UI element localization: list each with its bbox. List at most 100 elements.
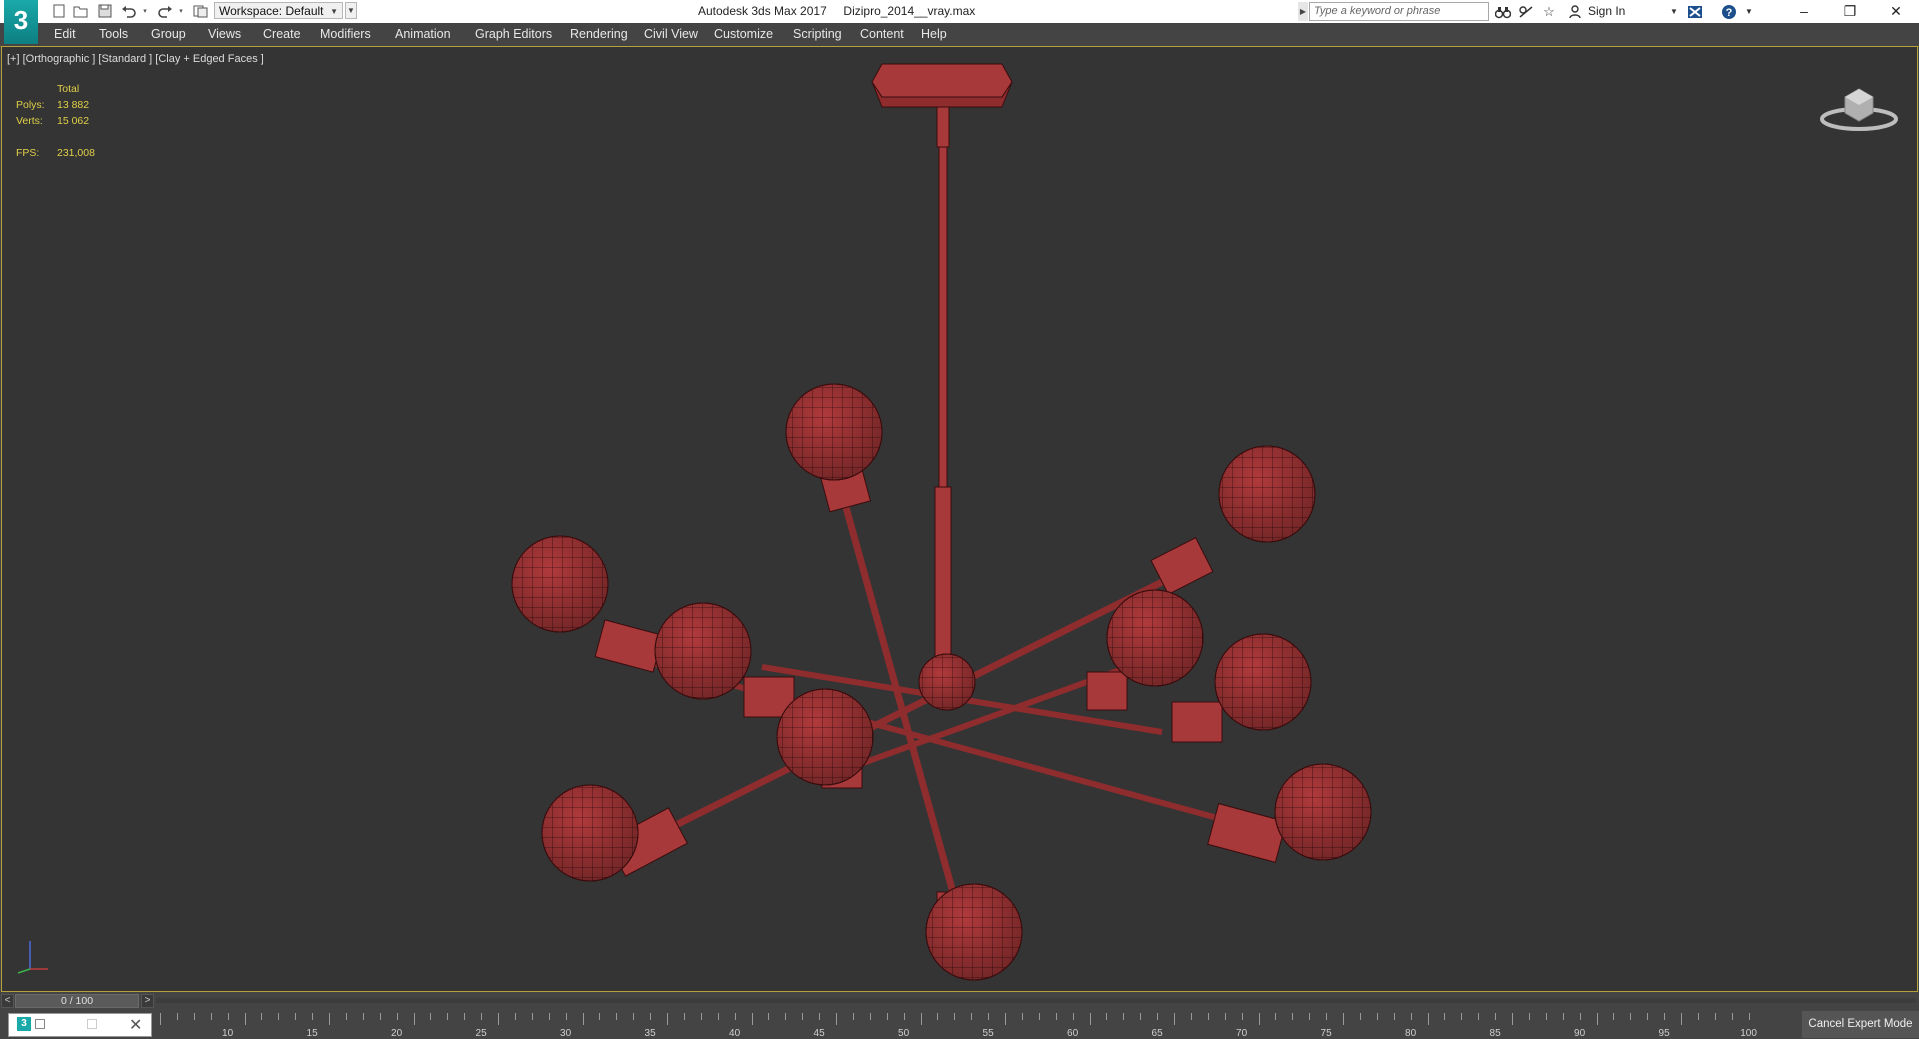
menu-graph-editors[interactable]: Graph Editors (475, 27, 552, 41)
ruler-tick (396, 1013, 398, 1020)
ruler-tick (1478, 1013, 1480, 1020)
time-slider[interactable]: < 0 / 100 > (0, 992, 1919, 1010)
menu-animation[interactable]: Animation (395, 27, 451, 41)
max-logo-icon: 3 (17, 1017, 31, 1031)
redo-icon[interactable] (156, 3, 174, 19)
ruler-label: 65 (1151, 1028, 1163, 1039)
ruler-label: 50 (898, 1028, 910, 1039)
menu-views[interactable]: Views (208, 27, 241, 41)
time-slider-prev-button[interactable]: < (1, 994, 14, 1008)
time-slider-track[interactable] (156, 998, 1916, 1003)
ruler-tick (295, 1013, 297, 1020)
help-icon[interactable]: ? (1720, 3, 1738, 20)
time-slider-thumb[interactable]: 0 / 100 (15, 994, 139, 1008)
ruler-tick (1647, 1013, 1649, 1020)
chevron-down-icon: ▼ (330, 7, 338, 16)
chandelier-model[interactable] (2, 47, 1917, 991)
ruler-tick (1748, 1013, 1750, 1020)
axis-tripod-icon (17, 941, 48, 974)
menu-edit[interactable]: Edit (54, 27, 76, 41)
menu-civil-view[interactable]: Civil View (644, 27, 698, 41)
bottom-bar: 3 ✕ 10 15 20 25 30 35 40 45 50 55 60 65 70 75 80 85 90 95… (0, 1010, 1919, 1039)
search-input[interactable]: Type a keyword or phrase (1309, 2, 1489, 21)
window-title: Autodesk 3ds Max 2017 Dizipro_2014__vray… (698, 4, 976, 18)
ruler-tick (1630, 1013, 1632, 1020)
ruler-tick (1326, 1013, 1328, 1020)
menu-group[interactable]: Group (151, 27, 186, 41)
ruler-tick (1021, 1013, 1023, 1020)
menu-customize[interactable]: Customize (714, 27, 773, 41)
toolbar-overflow-icon[interactable]: ▼ (345, 2, 357, 19)
ruler-tick (582, 1013, 584, 1025)
cancel-expert-mode-button[interactable]: Cancel Expert Mode (1802, 1011, 1919, 1038)
undo-icon[interactable] (120, 3, 138, 19)
menu-rendering[interactable]: Rendering (570, 27, 628, 41)
ruler-tick (1072, 1013, 1074, 1020)
ruler-label: 70 (1236, 1028, 1248, 1039)
sign-in-dropdown-icon[interactable]: ▼ (1665, 3, 1683, 20)
favorites-star-icon[interactable]: ☆ (1540, 3, 1558, 20)
ruler-tick (481, 1013, 483, 1020)
ruler-tick (988, 1013, 990, 1020)
ruler-label: 85 (1489, 1028, 1501, 1039)
save-icon[interactable] (96, 3, 114, 19)
window-icon[interactable] (35, 1019, 45, 1029)
listener-input[interactable] (87, 1019, 97, 1029)
ruler-tick (278, 1013, 280, 1020)
ruler-label: 25 (475, 1028, 487, 1039)
ruler-tick (734, 1013, 736, 1020)
open-file-icon[interactable] (72, 3, 90, 19)
menu-bar: Edit Tools Group Views Create Modifiers … (0, 23, 1919, 47)
menu-scripting[interactable]: Scripting (793, 27, 842, 41)
sign-in-button[interactable]: Sign In (1588, 4, 1625, 18)
redo-dropdown-icon[interactable]: ▾ (176, 3, 186, 19)
autodesk-exchange-icon[interactable] (1686, 3, 1704, 20)
user-icon (1566, 3, 1584, 20)
app-logo[interactable]: 3 (4, 0, 38, 44)
ruler-tick (1241, 1013, 1243, 1020)
menu-content[interactable]: Content (860, 27, 904, 41)
track-bar-ruler[interactable]: 10 15 20 25 30 35 40 45 50 55 60 65 70 75 80 85 90 95 100 (156, 1013, 1757, 1039)
ruler-tick (1444, 1013, 1446, 1020)
menu-create[interactable]: Create (263, 27, 301, 41)
time-slider-next-button[interactable]: > (141, 994, 154, 1008)
workspace-dropdown[interactable]: Workspace: Default ▼ (214, 2, 343, 19)
ruler-tick (1410, 1013, 1412, 1020)
perspective-viewport[interactable]: [+] [Orthographic ] [Standard ] [Clay + … (1, 46, 1918, 992)
ruler-label: 15 (306, 1028, 318, 1039)
ruler-label: 95 (1658, 1028, 1670, 1039)
ruler-tick (1562, 1013, 1564, 1020)
ruler-tick (1038, 1013, 1040, 1020)
binoculars-icon[interactable] (1494, 3, 1512, 20)
ruler-tick (1140, 1013, 1142, 1020)
menu-help[interactable]: Help (921, 27, 947, 41)
ruler-tick (1393, 1013, 1395, 1020)
project-folder-icon[interactable] (192, 3, 210, 19)
undo-dropdown-icon[interactable]: ▾ (140, 3, 150, 19)
ruler-tick (1089, 1013, 1091, 1025)
maxscript-mini-listener[interactable]: 3 ✕ (8, 1013, 152, 1037)
close-button[interactable]: ✕ (1873, 0, 1919, 23)
ruler-label: 35 (644, 1028, 656, 1039)
ruler-tick (548, 1013, 550, 1020)
menu-modifiers[interactable]: Modifiers (320, 27, 371, 41)
ruler-tick (667, 1013, 668, 1025)
ruler-tick (869, 1013, 871, 1020)
menu-tools[interactable]: Tools (99, 27, 128, 41)
ruler-tick (1190, 1013, 1192, 1020)
minimize-button[interactable]: – (1781, 0, 1827, 23)
ruler-label: 80 (1405, 1028, 1417, 1039)
ruler-label: 55 (982, 1028, 994, 1039)
ruler-tick (971, 1013, 973, 1020)
svg-text:?: ? (1726, 7, 1733, 19)
ruler-tick (1731, 1013, 1733, 1020)
restore-button[interactable]: ❐ (1827, 0, 1873, 23)
communication-center-icon[interactable] (1517, 3, 1535, 20)
ruler-label: 30 (560, 1028, 572, 1039)
new-file-icon[interactable] (50, 3, 68, 19)
help-dropdown-icon[interactable]: ▼ (1740, 3, 1758, 20)
viewcube-icon[interactable] (1819, 77, 1899, 133)
search-expand-icon[interactable]: ▶ (1298, 2, 1308, 21)
ruler-label: 10 (222, 1028, 234, 1039)
close-icon[interactable]: ✕ (129, 1015, 142, 1035)
